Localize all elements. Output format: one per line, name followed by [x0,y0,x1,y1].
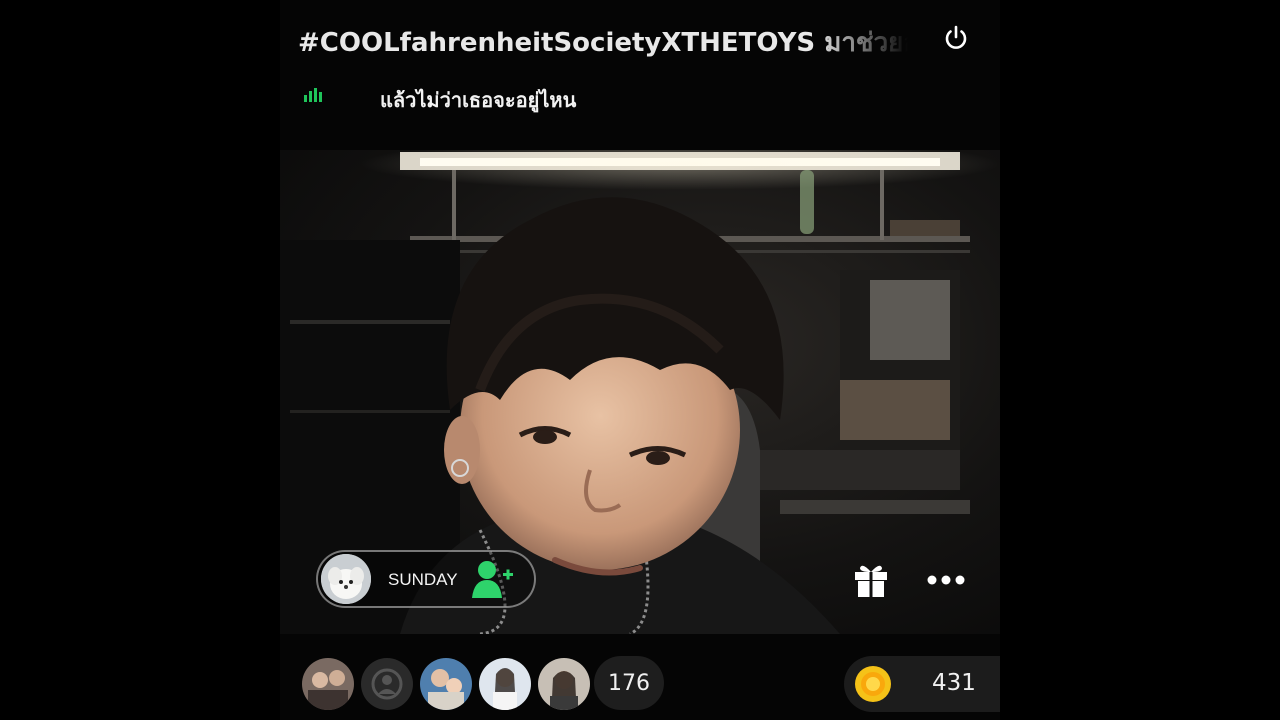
add-user-icon[interactable] [470,560,516,600]
host-card[interactable]: SUNDAY [316,550,536,608]
gift-icon[interactable] [852,560,890,598]
stream-title: #COOLfahrenheitSocietyXTHETOYS มาช่วยอา [298,28,908,58]
power-icon [945,25,967,49]
viewer-avatar-1[interactable] [302,658,354,710]
live-stream-screen: #COOLfahrenheitSocietyXTHETOYS มาช่วยอา … [280,0,1000,720]
viewer-avatar-4[interactable] [479,658,531,710]
viewer-avatar-3[interactable] [420,658,472,710]
coin-count: 431 [932,670,976,696]
now-playing-row: แล้วไม่ว่าเธอจะอยู่ไหน [280,78,1000,122]
dog-avatar-image [321,554,371,604]
bottom-bar: 176 431 [280,648,1000,720]
equalizer-icon [304,88,322,102]
power-button[interactable] [940,22,972,54]
coin-icon [855,666,891,702]
coin-balance[interactable]: 431 [844,656,1000,712]
viewer-avatar-2[interactable] [361,658,413,710]
viewer-avatar-5[interactable] [538,658,590,710]
title-bar: #COOLfahrenheitSocietyXTHETOYS มาช่วยอา [280,0,1000,78]
more-icon[interactable] [926,570,966,590]
video-feed: SUNDAY [280,150,1000,634]
host-name: SUNDAY [388,570,458,589]
host-avatar[interactable] [321,554,371,604]
viewer-count[interactable]: 176 [594,656,664,710]
song-lyric: แล้วไม่ว่าเธอจะอยู่ไหน [380,88,577,112]
